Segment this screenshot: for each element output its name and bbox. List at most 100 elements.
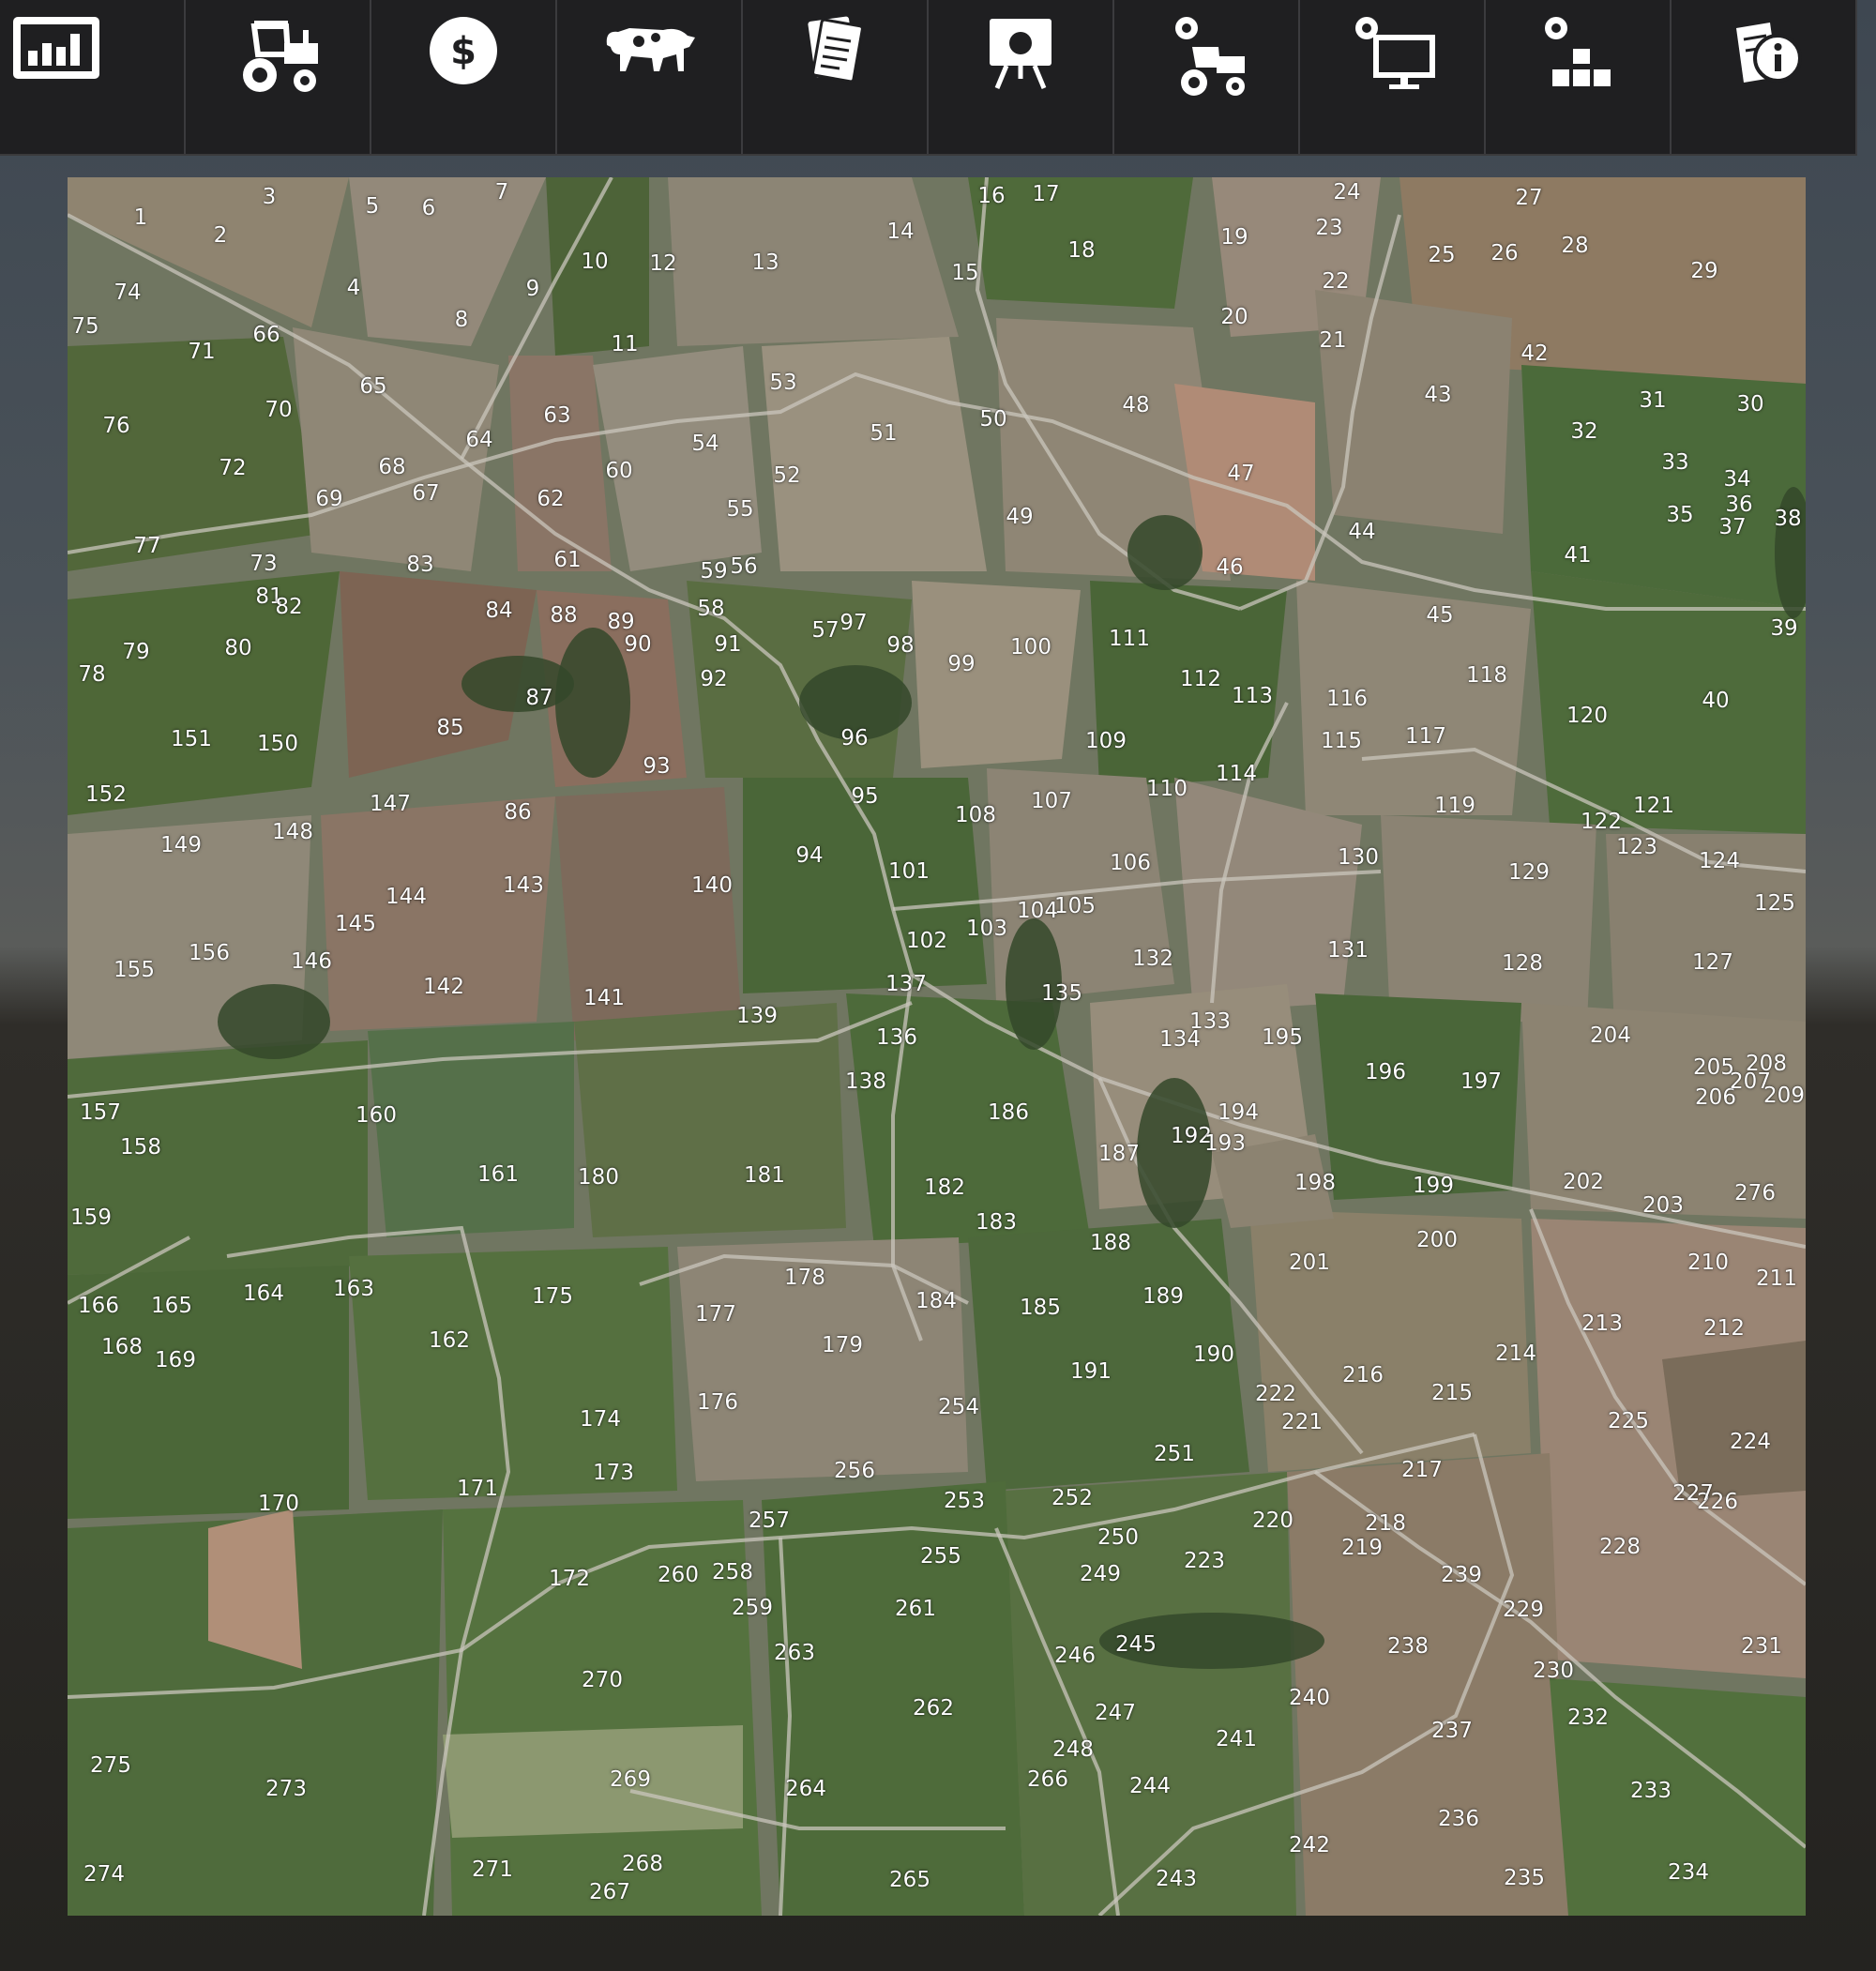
field-label-53[interactable]: 53 [769, 371, 796, 395]
field-label-240[interactable]: 240 [1289, 1686, 1330, 1710]
field-label-76[interactable]: 76 [102, 414, 129, 438]
tab-help[interactable] [929, 0, 1115, 154]
field-label-165[interactable]: 165 [151, 1294, 192, 1318]
field-label-85[interactable]: 85 [436, 716, 463, 740]
field-label-35[interactable]: 35 [1666, 503, 1693, 527]
field-label-88[interactable]: 88 [550, 603, 577, 628]
field-label-72[interactable]: 72 [219, 456, 246, 480]
field-label-103[interactable]: 103 [966, 917, 1007, 941]
field-label-231[interactable]: 231 [1741, 1634, 1782, 1659]
field-label-247[interactable]: 247 [1095, 1701, 1136, 1725]
field-label-219[interactable]: 219 [1341, 1536, 1383, 1560]
field-label-265[interactable]: 265 [889, 1868, 930, 1892]
field-label-266[interactable]: 266 [1027, 1767, 1068, 1792]
field-label-164[interactable]: 164 [243, 1281, 284, 1306]
field-label-91[interactable]: 91 [714, 632, 741, 657]
field-label-262[interactable]: 262 [913, 1696, 954, 1721]
field-label-118[interactable]: 118 [1466, 663, 1507, 688]
field-label-157[interactable]: 157 [80, 1100, 121, 1125]
tab-display-settings[interactable] [1300, 0, 1486, 154]
field-label-198[interactable]: 198 [1294, 1171, 1336, 1195]
field-label-183[interactable]: 183 [976, 1210, 1017, 1235]
field-label-51[interactable]: 51 [870, 421, 897, 446]
field-label-222[interactable]: 222 [1255, 1382, 1296, 1406]
field-label-184[interactable]: 184 [915, 1289, 957, 1313]
field-label-140[interactable]: 140 [691, 873, 733, 898]
field-label-276[interactable]: 276 [1734, 1181, 1776, 1205]
field-label-213[interactable]: 213 [1581, 1311, 1623, 1336]
field-label-138[interactable]: 138 [845, 1069, 886, 1094]
field-label-15[interactable]: 15 [951, 261, 978, 285]
field-label-237[interactable]: 237 [1431, 1719, 1473, 1743]
field-label-70[interactable]: 70 [265, 398, 292, 422]
field-label-31[interactable]: 31 [1639, 388, 1666, 413]
field-label-232[interactable]: 232 [1567, 1706, 1609, 1730]
field-label-260[interactable]: 260 [658, 1563, 699, 1587]
field-label-98[interactable]: 98 [886, 633, 914, 658]
field-label-9[interactable]: 9 [526, 277, 540, 301]
field-label-151[interactable]: 151 [171, 727, 212, 751]
field-label-215[interactable]: 215 [1431, 1381, 1473, 1405]
field-label-221[interactable]: 221 [1281, 1410, 1323, 1434]
field-label-1[interactable]: 1 [134, 205, 148, 230]
field-label-28[interactable]: 28 [1561, 234, 1588, 258]
field-label-230[interactable]: 230 [1533, 1659, 1574, 1683]
field-label-137[interactable]: 137 [885, 972, 927, 996]
field-label-5[interactable]: 5 [366, 194, 380, 219]
field-label-253[interactable]: 253 [944, 1489, 985, 1513]
field-label-111[interactable]: 111 [1109, 627, 1150, 651]
field-label-125[interactable]: 125 [1754, 891, 1795, 916]
field-label-257[interactable]: 257 [749, 1509, 790, 1533]
field-label-68[interactable]: 68 [378, 455, 405, 479]
field-label-110[interactable]: 110 [1146, 777, 1188, 801]
field-label-131[interactable]: 131 [1327, 938, 1369, 963]
field-label-252[interactable]: 252 [1051, 1486, 1093, 1510]
field-label-54[interactable]: 54 [691, 432, 719, 456]
field-label-128[interactable]: 128 [1502, 951, 1543, 976]
field-label-211[interactable]: 211 [1756, 1266, 1797, 1291]
field-label-256[interactable]: 256 [834, 1459, 875, 1483]
field-label-38[interactable]: 38 [1774, 507, 1801, 531]
field-label-14[interactable]: 14 [886, 220, 914, 244]
field-label-48[interactable]: 48 [1122, 393, 1149, 417]
field-label-261[interactable]: 261 [895, 1597, 936, 1621]
field-label-210[interactable]: 210 [1687, 1251, 1729, 1275]
field-label-120[interactable]: 120 [1566, 704, 1608, 728]
field-label-119[interactable]: 119 [1434, 794, 1475, 818]
field-label-171[interactable]: 171 [457, 1477, 498, 1501]
field-label-155[interactable]: 155 [113, 958, 155, 982]
field-label-208[interactable]: 208 [1746, 1052, 1787, 1076]
field-label-101[interactable]: 101 [888, 859, 930, 884]
field-label-250[interactable]: 250 [1097, 1525, 1139, 1550]
field-label-46[interactable]: 46 [1216, 555, 1243, 580]
field-label-25[interactable]: 25 [1428, 243, 1455, 267]
field-label-235[interactable]: 235 [1504, 1866, 1545, 1890]
field-label-194[interactable]: 194 [1218, 1100, 1259, 1125]
field-label-218[interactable]: 218 [1365, 1511, 1406, 1536]
field-label-132[interactable]: 132 [1132, 947, 1173, 971]
field-label-197[interactable]: 197 [1460, 1069, 1502, 1094]
field-label-174[interactable]: 174 [580, 1407, 621, 1432]
field-label-61[interactable]: 61 [553, 548, 581, 572]
field-label-62[interactable]: 62 [537, 487, 564, 511]
field-label-244[interactable]: 244 [1129, 1774, 1171, 1798]
field-label-214[interactable]: 214 [1495, 1342, 1536, 1366]
field-label-245[interactable]: 245 [1115, 1632, 1157, 1657]
field-label-87[interactable]: 87 [525, 686, 552, 710]
field-label-182[interactable]: 182 [924, 1175, 965, 1200]
field-label-229[interactable]: 229 [1503, 1598, 1544, 1622]
field-label-163[interactable]: 163 [333, 1277, 374, 1301]
field-label-69[interactable]: 69 [315, 487, 342, 511]
field-label-168[interactable]: 168 [101, 1335, 143, 1359]
field-label-77[interactable]: 77 [133, 534, 160, 558]
field-label-170[interactable]: 170 [258, 1492, 299, 1516]
field-label-147[interactable]: 147 [370, 792, 411, 816]
field-label-274[interactable]: 274 [83, 1862, 125, 1887]
field-label-186[interactable]: 186 [988, 1100, 1029, 1125]
field-label-104[interactable]: 104 [1017, 899, 1058, 923]
field-label-23[interactable]: 23 [1315, 216, 1342, 240]
field-label-160[interactable]: 160 [356, 1103, 397, 1128]
field-label-241[interactable]: 241 [1216, 1727, 1257, 1751]
field-label-45[interactable]: 45 [1426, 603, 1453, 628]
field-label-220[interactable]: 220 [1252, 1509, 1294, 1533]
